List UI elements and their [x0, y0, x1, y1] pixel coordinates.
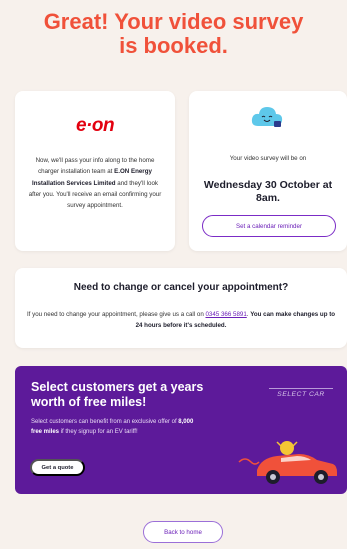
car-illustration-icon	[238, 441, 337, 484]
survey-date-label: Your video survey will be on	[229, 155, 307, 162]
survey-date-value: Wednesday 30 October at 8am.	[203, 179, 333, 204]
promo-text-before: Select customers can benefit from an exc…	[31, 419, 179, 425]
video-cloud-icon	[251, 107, 283, 127]
change-appointment-card: Need to change or cancel your appointmen…	[15, 268, 347, 348]
change-text-before: If you need to change your appointment, …	[26, 311, 206, 318]
promo-text-after: if they signup for an EV tariff!	[59, 428, 138, 435]
change-appointment-title: Need to change or cancel your appointmen…	[73, 282, 289, 293]
eon-info-card: e·on Now, we'll pass your info along to …	[15, 91, 175, 251]
free-miles-promo: Select customers get a years worth of fr…	[15, 366, 347, 494]
phone-link[interactable]: 0345 366 5891	[205, 311, 246, 318]
eon-info-text: Now, we'll pass your info along to the h…	[27, 155, 163, 211]
headline-line-1: Great! Your video survey	[43, 9, 304, 34]
change-appointment-text: If you need to change your appointment, …	[26, 311, 336, 330]
promo-text: Select customers can benefit from an exc…	[31, 418, 201, 437]
headline-line-2: is booked.	[119, 33, 228, 58]
select-car-logo: SELECT CAR	[269, 388, 333, 398]
page-headline: Great! Your video survey is booked.	[0, 10, 347, 58]
promo-title: Select customers get a years worth of fr…	[31, 380, 204, 409]
get-quote-button[interactable]: Get a quote	[30, 459, 85, 476]
back-to-home-button[interactable]: Back to home	[143, 521, 223, 543]
calendar-reminder-button[interactable]: Set a calendar reminder	[202, 215, 336, 237]
eon-logo: e·on	[75, 115, 115, 136]
survey-date-card: Your video survey will be on Wednesday 3…	[189, 91, 347, 251]
